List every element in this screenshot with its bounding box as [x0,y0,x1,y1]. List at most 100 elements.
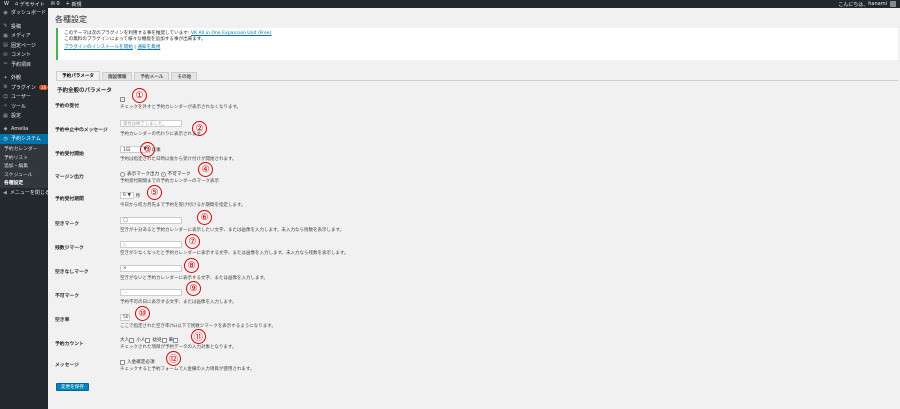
sidebar-item-lower-1[interactable]: ⚙ プラグイン 16 [0,83,48,93]
submenu-item[interactable]: 予約リスト [0,153,48,162]
rate-input[interactable]: 50 [120,314,130,321]
new-label: 新規 [71,1,82,8]
annotation-marker-10: ⑩ [135,306,150,321]
account-menu[interactable]: こんにちは、 hanami [838,1,896,8]
start-desc: 予約は指定された日時以後から受け付けが開始されます。 [120,157,237,162]
sidebar-item-mid-2[interactable]: ▤ 固定ページ [0,41,48,51]
new-content-link[interactable]: + 新規 [66,1,82,8]
vacant-label: 空きマーク [55,222,79,227]
plugin-link[interactable]: VK All in One Expansion Unit (Free) [191,31,272,36]
plus-icon: + [65,1,70,7]
sidebar-item-lower-2[interactable]: ☺ ユーザー [0,92,48,102]
collapse-label: メニューを閉じる [9,190,50,197]
stop-message-input[interactable]: 受付は終了しました。 [120,120,182,127]
menu-icon: ◆ [3,126,8,133]
comment-icon: ✉ [50,1,55,7]
rate-label: 空き率 [55,318,70,323]
margin-radio-show[interactable] [120,171,125,177]
sidebar-item-lower-4[interactable]: ▦ 設定 [0,111,48,121]
sidebar-item-mid-3[interactable]: ✉ コメント [0,50,48,60]
sidebar-item-plugins-0[interactable]: ◆ Amelia [0,125,48,135]
few-label: 残数少マーク [55,246,84,251]
submenu-item[interactable]: 予約カレンダー [0,145,48,154]
install-plugin-link[interactable]: プラグインのインストールを開始 [64,45,133,50]
sidebar-item-label: コメント [11,52,32,59]
sidebar-item-label: 設定 [11,113,22,120]
main-content: 各種設定 このテーマは次のプラグインを利用する事を推奨しています: VK All… [48,8,900,409]
annotation-marker-8: ⑧ [184,258,199,273]
menu-icon: ⚙ [3,84,8,91]
page-title: 各種設定 [55,15,87,24]
period-select[interactable]: 6 ▼ [120,192,134,199]
period-desc: 今日から何カ月先まで予約を受け付けるか期間を指定します。 [120,203,246,208]
count-car-checkbox[interactable] [173,337,179,343]
site-name-link[interactable]: ⌂ デモサイト [15,1,45,8]
submenu-item[interactable]: 各種設定 [0,179,48,188]
tab-facility-info[interactable]: 施設情報 [102,72,133,80]
collapse-menu-button[interactable]: ◀ メニューを閉じる [0,188,50,198]
sidebar-item-label: 固定ページ [11,42,36,49]
tab-other[interactable]: その他 [171,72,198,80]
menu-icon: ☺ [2,93,9,100]
period-label: 予約受付期間 [55,197,84,202]
annotation-marker-1: ① [132,88,147,103]
tab-booking-mail[interactable]: 予約メール [134,72,170,80]
collapse-icon: ◀ [3,189,7,196]
full-input[interactable]: × [120,265,182,272]
section-title: 予約全般のパラメータ [57,88,112,94]
greeting-text: こんにちは、 [838,1,869,8]
count-adult-checkbox[interactable]: ✓ [129,337,135,343]
count-child-checkbox[interactable] [145,337,151,343]
settings-tabs: 予約パラメータ 施設情報 予約メール その他 [56,71,199,80]
comments-link[interactable]: ✉ 0 [51,1,60,7]
start-label: 予約受付開始 [55,152,84,157]
disabled-input[interactable]: － [120,289,182,296]
margin-label: マージン出力 [55,175,84,180]
sidebar-item-lower-0[interactable]: ✦ 外観 [0,73,48,83]
menu-icon: ◉ [3,9,8,16]
submenu-item[interactable]: 追加・編集 [0,162,48,171]
margin-radio-disabled[interactable] [160,171,166,177]
save-changes-button[interactable]: 変更を保存 [56,383,89,391]
sidebar-item-label: 予約システム [11,136,41,143]
menu-icon: ✂ [3,61,8,68]
sidebar-item-top-0[interactable]: ◉ ダッシュボード [0,8,48,18]
vacant-desc: 空きが十分あると予約カレンダーに表示したい文字、または画像を入力します。未入力な… [120,228,345,233]
sidebar-item-lower-3[interactable]: ✧ ツール [0,102,48,112]
count-infant-checkbox[interactable] [161,337,167,343]
sidebar-item-label: 予約項目 [11,61,32,68]
period-suffix: 月 [135,193,141,199]
margin-desc: 予約受付期間までの予約カレンダーのマーク表示 [120,179,219,184]
sidebar-item-plugins-1[interactable]: ◷ 予約システム [0,134,48,144]
menu-icon: ▦ [3,112,8,119]
tab-booking-params[interactable]: 予約パラメータ [56,71,101,80]
count-opt-adult: 大人 [120,338,130,343]
sidebar-item-mid-4[interactable]: ✂ 予約項目 [0,60,48,70]
accept-checkbox[interactable]: ✓ [120,97,125,102]
menu-icon: ▤ [3,42,8,49]
margin-opt2: 不可マーク [167,172,191,177]
accept-desc: チェックを外すと予約カレンダーが表示されなくなります。 [120,105,242,110]
message-opt: 入金確定必須 [127,360,155,365]
sidebar-item-label: Amelia [11,126,29,133]
sidebar-item-mid-1[interactable]: ▣ メディア [0,31,48,41]
wordpress-logo-icon[interactable]: W [4,1,9,7]
dropdown-arrow-icon: ▼ [127,193,131,198]
message-checkbox[interactable] [120,359,125,365]
update-count-badge: 16 [38,84,48,90]
dismiss-notice-link[interactable]: 通知を無視 [137,45,160,50]
message-desc: チェックすると予約フォームで入金欄の入力項目が使用されます。 [120,367,255,372]
disabled-label: 不可マーク [55,294,79,299]
count-opt-infant: 幼児 [152,338,162,343]
sidebar-item-label: 投稿 [11,23,22,30]
few-input[interactable]: △ [120,241,182,248]
margin-opt1: 表示マーク出力 [127,172,160,177]
vacant-input[interactable]: ◯ [120,217,182,224]
sidebar-item-mid-0[interactable]: ✎ 投稿 [0,22,48,32]
admin-bar: W ⌂ デモサイト ✉ 0 + 新規 こんにちは、 hanami [0,0,900,8]
booking-submenu: 予約カレンダー 予約リスト 追加・編集 スケジュール 各種設定 [0,143,48,188]
submenu-item[interactable]: スケジュール [0,170,48,179]
menu-icon: ◷ [3,135,8,142]
menu-icon: ✦ [3,74,8,81]
message-label: メッセージ [55,363,79,368]
